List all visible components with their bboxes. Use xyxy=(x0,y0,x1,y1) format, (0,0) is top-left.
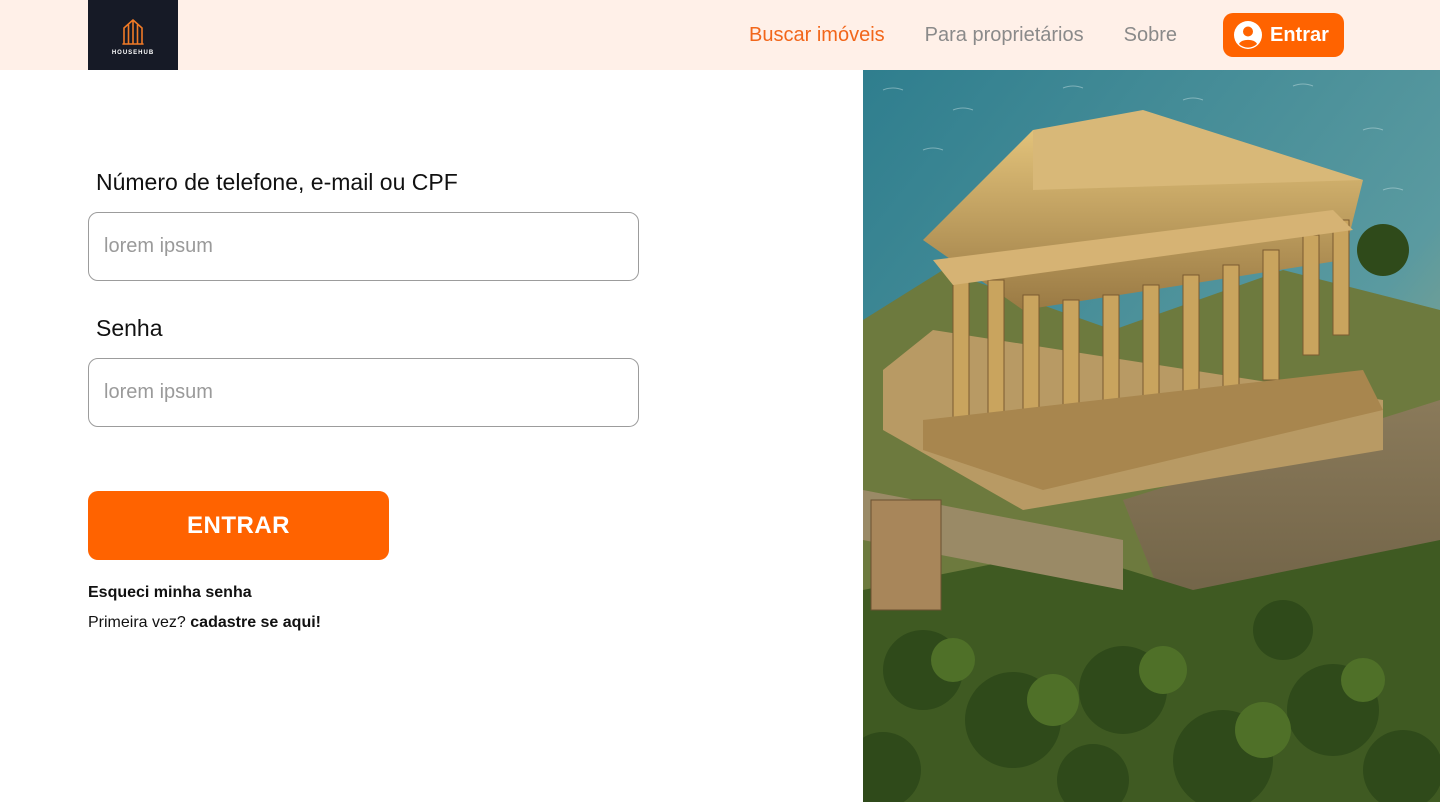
signup-prompt: Primeira vez? cadastre se aqui! xyxy=(88,614,321,632)
identifier-input[interactable] xyxy=(88,212,639,281)
nav-para-proprietarios[interactable]: Para proprietários xyxy=(925,24,1084,47)
main-nav: Buscar imóveis Para proprietários Sobre … xyxy=(749,0,1344,70)
identifier-label: Número de telefone, e-mail ou CPF xyxy=(96,169,458,195)
logo-wordmark: HOUSEHUB xyxy=(111,50,155,56)
signup-link[interactable]: cadastre se aqui! xyxy=(190,614,321,631)
user-circle-icon xyxy=(1234,21,1262,49)
password-input[interactable] xyxy=(88,358,639,427)
parthenon-illustration xyxy=(863,70,1440,802)
building-logo-icon xyxy=(122,19,144,45)
submit-login-button[interactable]: ENTRAR xyxy=(88,491,389,560)
househub-logo[interactable]: HOUSEHUB xyxy=(88,0,178,70)
hero-image xyxy=(863,70,1440,802)
first-time-text: Primeira vez? xyxy=(88,614,186,631)
nav-sobre[interactable]: Sobre xyxy=(1124,24,1177,47)
header-login-label: Entrar xyxy=(1270,23,1329,46)
header-login-button[interactable]: Entrar xyxy=(1223,13,1344,57)
password-label: Senha xyxy=(96,315,163,341)
top-header: HOUSEHUB Buscar imóveis Para proprietári… xyxy=(0,0,1440,70)
nav-buscar-imoveis[interactable]: Buscar imóveis xyxy=(749,24,885,47)
forgot-password-link[interactable]: Esqueci minha senha xyxy=(88,584,252,602)
